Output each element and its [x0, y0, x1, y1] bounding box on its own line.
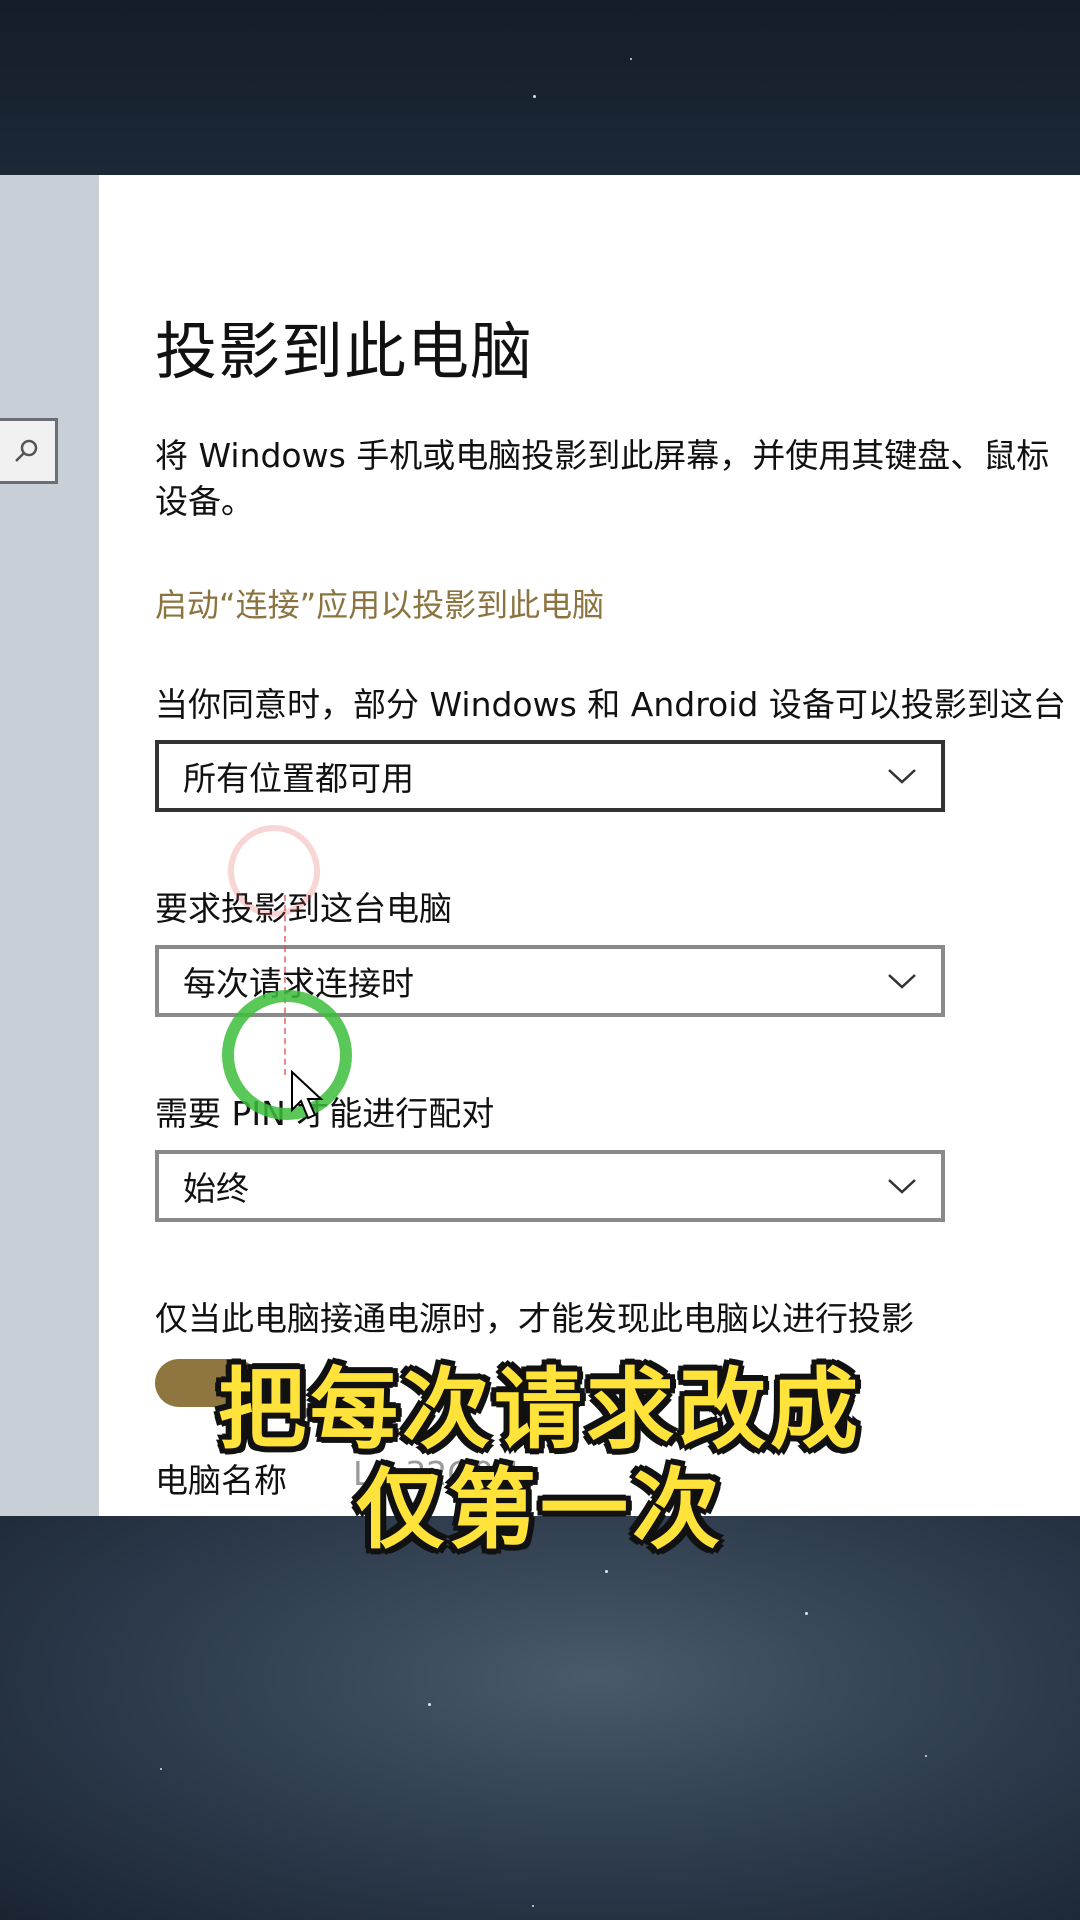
star: [532, 1905, 534, 1907]
settings-window: 投影到此电脑 将 Windows 手机或电脑投影到此屏幕，并使用其键盘、鼠标 设…: [0, 175, 1080, 1516]
chevron-down-icon: [888, 769, 916, 784]
star: [630, 58, 632, 60]
star: [605, 1570, 608, 1573]
star: [533, 95, 536, 98]
desktop-background-top: [0, 0, 1080, 175]
availability-dropdown[interactable]: 所有位置都可用: [155, 740, 945, 812]
search-icon: [15, 439, 38, 462]
description-line: 将 Windows 手机或电脑投影到此屏幕，并使用其键盘、鼠标: [155, 436, 1050, 475]
pin-value: 始终: [183, 1169, 249, 1208]
desktop-background-bottom: [0, 1516, 1080, 1920]
star: [805, 1612, 808, 1615]
mouse-cursor-icon: [291, 1070, 324, 1120]
page-description: 将 Windows 手机或电脑投影到此屏幕，并使用其键盘、鼠标 设备。: [155, 433, 1049, 525]
availability-value: 所有位置都可用: [183, 759, 414, 798]
star: [925, 1755, 927, 1757]
search-button[interactable]: [0, 418, 58, 484]
chevron-down-icon: [888, 1179, 916, 1194]
caption-line: 把每次请求改成: [217, 1358, 862, 1461]
pin-dropdown[interactable]: 始终: [155, 1150, 945, 1222]
click-highlight-ring: [228, 825, 320, 917]
video-caption: 把每次请求改成 仅第一次: [0, 1360, 1080, 1560]
launch-connect-app-link[interactable]: 启动“连接”应用以投影到此电脑: [155, 580, 604, 626]
star: [428, 1703, 431, 1706]
description-line: 设备。: [155, 482, 254, 521]
power-label: 仅当此电脑接通电源时，才能发现此电脑以进行投影: [155, 1299, 914, 1338]
click-highlight-ring: [222, 990, 352, 1120]
settings-sidebar: [0, 175, 99, 1516]
chevron-down-icon: [888, 974, 916, 989]
star: [160, 1768, 162, 1770]
availability-label: 当你同意时，部分 Windows 和 Android 设备可以投影到这台: [155, 685, 1066, 724]
page-title: 投影到此电脑: [155, 315, 534, 388]
caption-line: 仅第一次: [355, 1458, 724, 1561]
